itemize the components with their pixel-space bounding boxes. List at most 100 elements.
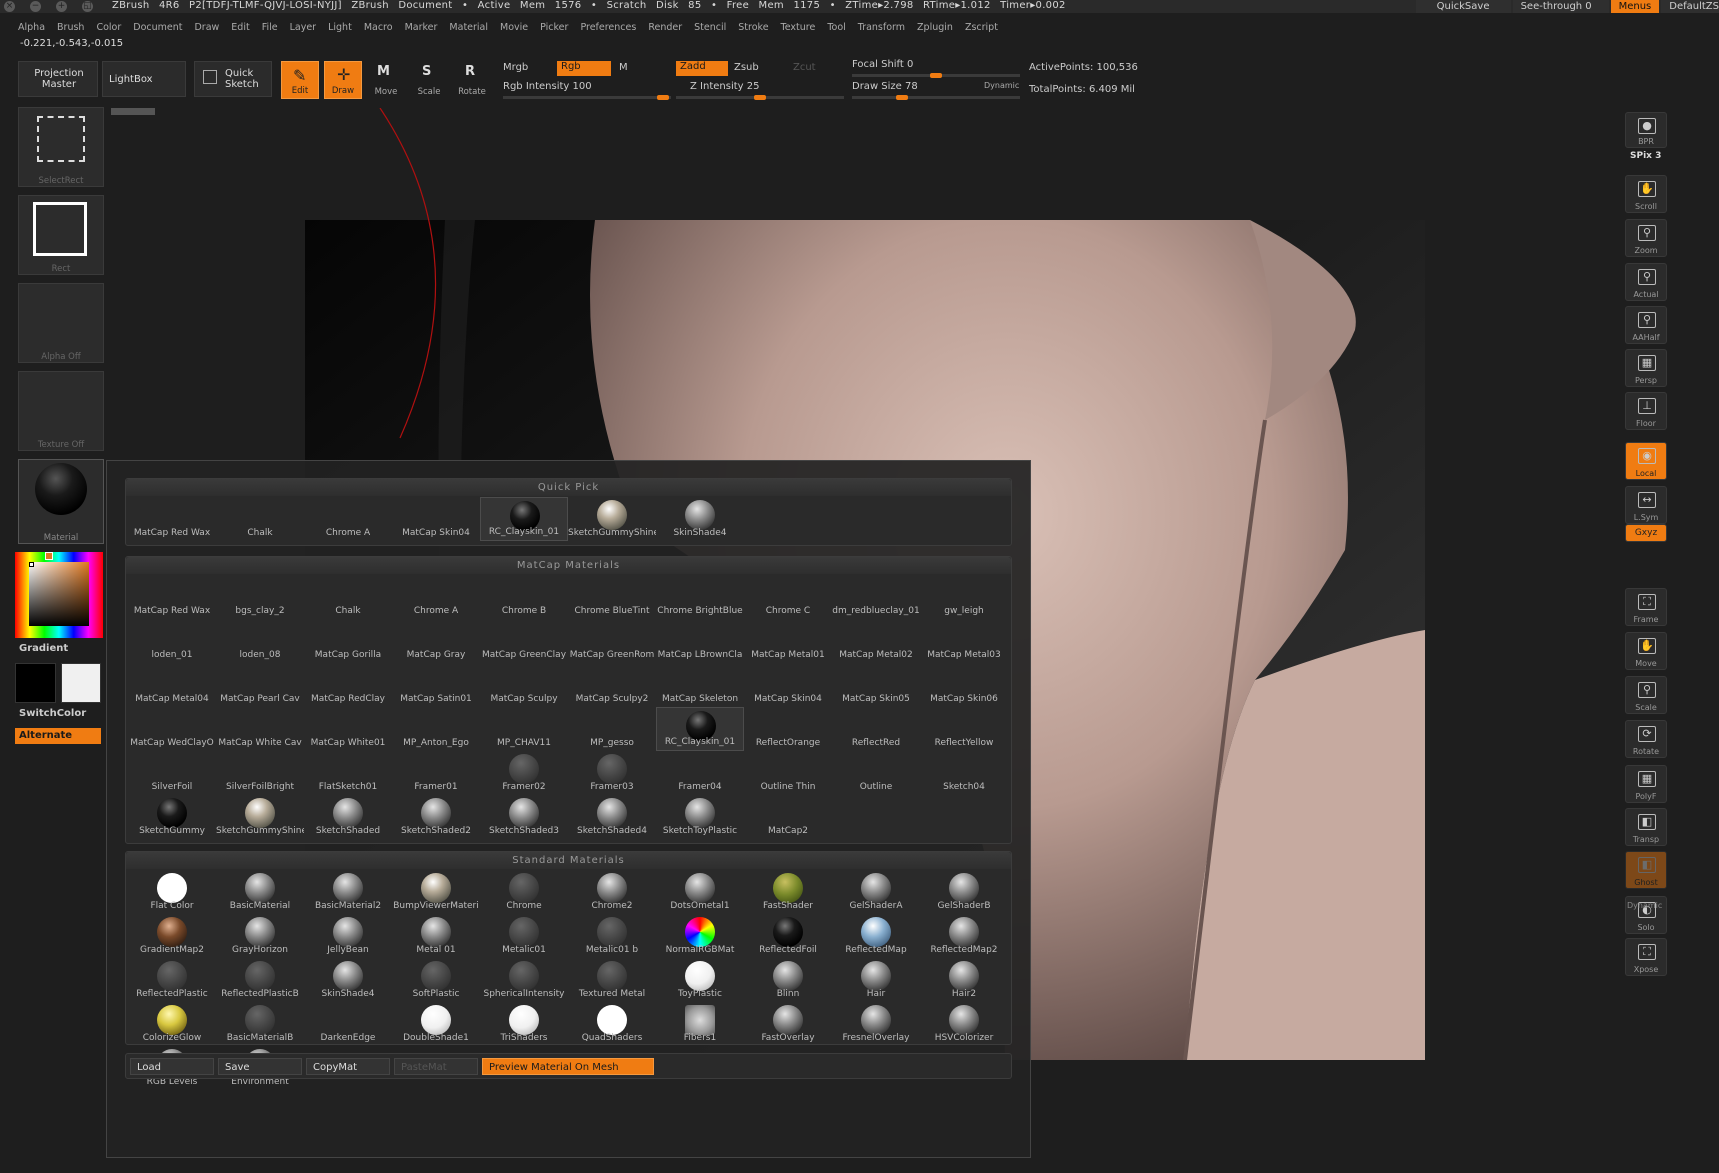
menu-texture[interactable]: Texture [781, 22, 816, 33]
pastemat-button[interactable]: PasteMat [394, 1058, 478, 1075]
material-item[interactable]: GelShaderB [920, 870, 1008, 914]
color-picker-hue-ring[interactable] [15, 552, 103, 638]
default-zscript-button[interactable]: DefaultZS [1661, 0, 1719, 13]
material-item[interactable]: Framer01 [392, 751, 480, 795]
zcut-button[interactable]: Zcut [793, 62, 816, 73]
material-item[interactable]: GradientMap2 [128, 914, 216, 958]
material-item[interactable]: gw_leigh [920, 575, 1008, 619]
material-item[interactable]: MatCap Red Wax [128, 497, 216, 541]
material-item[interactable]: SphericalIntensity [480, 958, 568, 1002]
material-item[interactable]: RC_Clayskin_01 [480, 497, 568, 541]
material-item[interactable]: MatCap Metal04 [128, 663, 216, 707]
material-item[interactable]: NormalRGBMat [656, 914, 744, 958]
material-item[interactable]: SkinShade4 [304, 958, 392, 1002]
material-item[interactable]: SketchShaded2 [392, 795, 480, 839]
move-button[interactable]: ✋ Move [1625, 632, 1667, 670]
material-item[interactable]: BasicMaterial [216, 870, 304, 914]
color-marker[interactable] [29, 562, 34, 567]
material-item[interactable]: BasicMaterial2 [304, 870, 392, 914]
material-item[interactable]: MatCap2 [744, 795, 832, 839]
menu-document[interactable]: Document [133, 22, 182, 33]
material-item[interactable]: Chalk [216, 497, 304, 541]
material-item[interactable]: SketchGummyShine [568, 497, 656, 541]
menu-zscript[interactable]: Zscript [965, 22, 998, 33]
polyf-button[interactable]: ▦ PolyF [1625, 765, 1667, 803]
material-item[interactable]: Chrome B [480, 575, 568, 619]
material-item[interactable]: MatCap Metal03 [920, 619, 1008, 663]
local-button[interactable]: ◉ Local [1625, 442, 1667, 480]
menu-transform[interactable]: Transform [858, 22, 905, 33]
material-item[interactable]: ReflectOrange [744, 707, 832, 751]
material-item[interactable]: SketchShaded3 [480, 795, 568, 839]
zoom-button[interactable]: ⚲ Zoom [1625, 219, 1667, 257]
actual-button[interactable]: ⚲ Actual [1625, 263, 1667, 301]
material-item[interactable]: Chrome [480, 870, 568, 914]
quick-sketch-button[interactable]: Quick Sketch [194, 61, 272, 97]
ghost-button[interactable]: ◧ Ghost [1625, 851, 1667, 889]
material-item[interactable]: SkinShade4 [656, 497, 744, 541]
material-item[interactable]: DarkenEdge [304, 1002, 392, 1046]
material-slot[interactable]: Material [18, 459, 104, 544]
menu-picker[interactable]: Picker [540, 22, 568, 33]
xpose-button[interactable]: ⛶ Xpose [1625, 938, 1667, 976]
menu-movie[interactable]: Movie [500, 22, 528, 33]
material-item[interactable]: MatCap Skin06 [920, 663, 1008, 707]
scroll-button[interactable]: ✋ Scroll [1625, 175, 1667, 213]
material-item[interactable]: Framer02 [480, 751, 568, 795]
menus-button[interactable]: Menus [1610, 0, 1660, 13]
material-item[interactable]: RC_Clayskin_01 [656, 707, 744, 751]
material-item[interactable]: MP_CHAV11 [480, 707, 568, 751]
focal-shift-slider[interactable]: Focal Shift 0 [852, 59, 913, 70]
scale-button[interactable]: S Scale [410, 61, 448, 99]
minimize-icon[interactable]: − [30, 1, 41, 12]
material-item[interactable]: GelShaderA [832, 870, 920, 914]
secondary-color-swatch[interactable] [61, 663, 101, 703]
menu-stroke[interactable]: Stroke [738, 22, 768, 33]
material-item[interactable]: ToyPlastic [656, 958, 744, 1002]
material-item[interactable]: SilverFoil [128, 751, 216, 795]
load-button[interactable]: Load [130, 1058, 214, 1075]
menu-layer[interactable]: Layer [290, 22, 317, 33]
menu-light[interactable]: Light [328, 22, 352, 33]
draw-size-slider[interactable]: Draw Size 78 [852, 81, 918, 92]
material-item[interactable]: ReflectRed [832, 707, 920, 751]
material-item[interactable]: MP_Anton_Ego [392, 707, 480, 751]
material-item[interactable]: Chrome BlueTint [568, 575, 656, 619]
alternate-button[interactable]: Alternate [15, 728, 101, 744]
material-item[interactable]: Outline Thin [744, 751, 832, 795]
material-item[interactable]: HSVColorizer [920, 1002, 1008, 1046]
material-item[interactable]: MatCap Sculpy2 [568, 663, 656, 707]
material-item[interactable]: BasicMaterialB [216, 1002, 304, 1046]
material-item[interactable]: Outline [832, 751, 920, 795]
m-button[interactable]: M [619, 62, 628, 73]
material-item[interactable]: MatCap Metal01 [744, 619, 832, 663]
material-item[interactable]: MatCap Skin04 [392, 497, 480, 541]
material-item[interactable]: Chrome2 [568, 870, 656, 914]
material-item[interactable]: TriShaders [480, 1002, 568, 1046]
material-item[interactable]: DotsOmetal1 [656, 870, 744, 914]
rotate-button[interactable]: ⟳ Rotate [1625, 720, 1667, 758]
material-item[interactable]: MatCap Gorilla [304, 619, 392, 663]
floor-button[interactable]: ⊥ Floor [1625, 392, 1667, 430]
dynamic-toggle[interactable]: Dynamic [984, 81, 1019, 90]
material-item[interactable]: JellyBean [304, 914, 392, 958]
copymat-button[interactable]: CopyMat [306, 1058, 390, 1075]
material-item[interactable]: ReflectedPlastic [128, 958, 216, 1002]
rgb-intensity-track[interactable] [503, 95, 671, 100]
material-item[interactable]: Metal 01 [392, 914, 480, 958]
material-item[interactable]: MatCap White Cav [216, 707, 304, 751]
bpr-button[interactable]: ● BPR [1625, 112, 1667, 148]
material-item[interactable]: FastOverlay [744, 1002, 832, 1046]
material-item[interactable]: MatCap LBrownCla [656, 619, 744, 663]
material-item[interactable]: Chrome A [392, 575, 480, 619]
material-item[interactable]: ReflectedFoil [744, 914, 832, 958]
stroke-slot[interactable]: Rect [18, 195, 104, 275]
material-item[interactable]: MatCap Red Wax [128, 575, 216, 619]
material-item[interactable]: SketchShaded4 [568, 795, 656, 839]
material-item[interactable]: ReflectYellow [920, 707, 1008, 751]
material-item[interactable]: MatCap White01 [304, 707, 392, 751]
gradient-toggle[interactable]: Gradient [19, 643, 68, 654]
menu-render[interactable]: Render [648, 22, 682, 33]
material-item[interactable]: MatCap Satin01 [392, 663, 480, 707]
menu-material[interactable]: Material [449, 22, 488, 33]
